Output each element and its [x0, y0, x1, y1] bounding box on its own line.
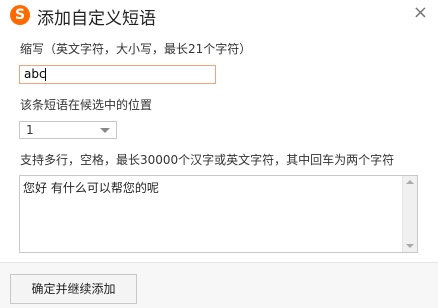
abbr-value: abc — [24, 67, 46, 81]
close-icon[interactable]: × — [413, 2, 428, 23]
title-bar: S 添加自定义短语 × — [0, 0, 438, 30]
text-caret — [44, 68, 46, 81]
position-label: 该条短语在候选中的位置 — [20, 98, 153, 112]
confirm-and-add-button[interactable]: 确定并继续添加 — [10, 274, 137, 304]
textarea-scrollbar[interactable] — [402, 176, 417, 252]
dialog-footer: 确定并继续添加 — [0, 262, 438, 308]
chevron-down-icon — [100, 128, 110, 133]
position-selected-value: 1 — [26, 123, 34, 137]
phrase-label: 支持多行，空格，最长30000个汉字或英文字符，其中回车为两个字符 — [20, 153, 395, 167]
phrase-value: 您好 有什么可以帮您的呢 — [23, 181, 159, 195]
scroll-down-arrow-icon[interactable] — [406, 244, 414, 248]
abbr-label: 缩写（英文字符，大小写，最长21个字符） — [20, 42, 252, 56]
window-title: 添加自定义短语 — [37, 9, 156, 29]
logo-glyph: S — [14, 7, 26, 23]
phrase-textarea[interactable]: 您好 有什么可以帮您的呢 — [19, 175, 418, 253]
sogou-logo-icon: S — [10, 5, 30, 25]
abbr-input[interactable]: abc — [19, 65, 216, 84]
scroll-up-arrow-icon[interactable] — [406, 180, 414, 184]
position-select[interactable]: 1 — [19, 121, 117, 139]
